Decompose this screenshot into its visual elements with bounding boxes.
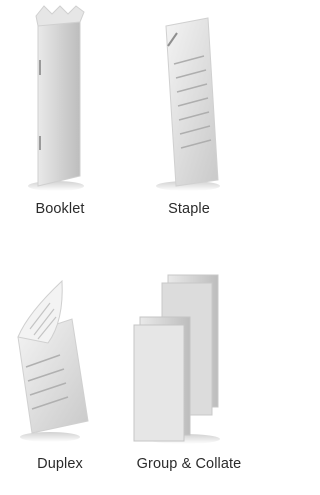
booklet-icon (28, 5, 85, 191)
group-collate-label: Group & Collate (136, 456, 242, 472)
group-collate-option[interactable]: Group & Collate (122, 255, 256, 495)
duplex-option[interactable]: Duplex (4, 255, 116, 495)
group-collate-icon (133, 274, 220, 444)
staple-icon (156, 17, 220, 191)
staple-label: Staple (168, 201, 210, 217)
duplex-icon (17, 279, 89, 442)
booklet-option[interactable]: Booklet (4, 0, 116, 232)
staple-option[interactable]: Staple (130, 0, 248, 232)
duplex-label: Duplex (37, 456, 83, 472)
booklet-label: Booklet (35, 201, 85, 217)
